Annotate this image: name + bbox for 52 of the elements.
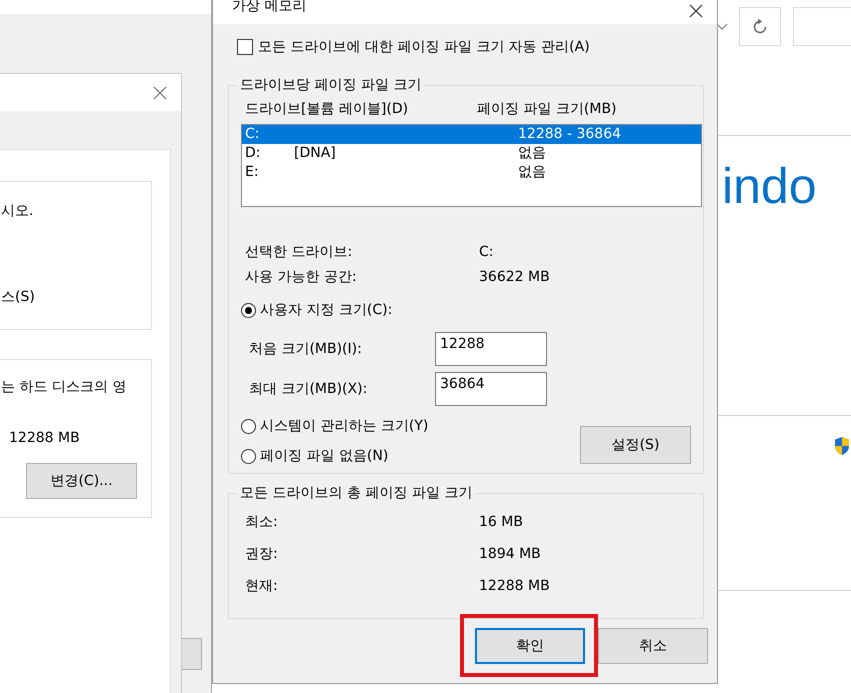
text-label: 시오. [1, 202, 34, 220]
info-label: 최소: [245, 514, 279, 530]
column-header: 드라이브[볼륨 레이블](D) [245, 101, 410, 117]
size-value: 12288 - 36864 [518, 125, 622, 144]
input-field[interactable]: 12288 [435, 332, 547, 366]
search-field[interactable] [793, 7, 851, 46]
volume-label: [DNA] [294, 145, 336, 161]
field-label: 최대 크기(MB)(X): [249, 380, 368, 398]
drive-row[interactable]: D: [DNA] 없음 [242, 144, 701, 163]
chevron-icon[interactable] [716, 23, 728, 31]
info-label: 사용 가능한 공간: [245, 269, 358, 285]
refresh-button[interactable] [739, 7, 781, 46]
refresh-icon [752, 18, 768, 34]
radio-button[interactable] [241, 418, 256, 434]
info-value: 36622 MB [479, 269, 550, 285]
cancel-button[interactable]: 취소 [598, 628, 708, 664]
drive-row[interactable]: C: 12288 - 36864 [242, 125, 701, 144]
radio-label[interactable]: 페이징 파일 없음(N) [260, 447, 388, 465]
group-title: 드라이브당 페이징 파일 크기 [237, 76, 424, 94]
close-icon[interactable] [689, 4, 703, 18]
change-button[interactable]: 변경(C)... [26, 463, 137, 499]
radio-button[interactable] [241, 302, 256, 318]
size-value: 없음 [518, 163, 546, 182]
info-label: 권장: [245, 546, 279, 562]
radio-button[interactable] [241, 448, 256, 464]
info-value: 12288 MB [479, 578, 550, 594]
shield-icon [834, 436, 850, 456]
checkbox[interactable] [237, 39, 253, 55]
drive-letter: E: [245, 163, 260, 182]
drive-list[interactable]: C: 12288 - 36864 D: [DNA] 없음 E: 없음 [241, 124, 702, 207]
column-header: 페이징 파일 크기(MB) [477, 101, 617, 117]
checkbox-label[interactable]: 모든 드라이브에 대한 페이징 파일 크기 자동 관리(A) [258, 38, 590, 56]
info-value: C: [479, 244, 494, 260]
heading-text: indo [722, 157, 817, 216]
info-value: 1894 MB [479, 546, 541, 562]
info-value: 16 MB [479, 514, 523, 530]
info-label: 선택한 드라이브: [245, 244, 354, 260]
drive-row[interactable]: E: 없음 [242, 163, 701, 182]
input-field[interactable]: 36864 [435, 372, 547, 406]
option-label: 스(S) [1, 288, 35, 306]
group-title: 모든 드라이브의 총 페이징 파일 크기 [237, 484, 476, 502]
size-value: 없음 [518, 144, 546, 163]
drive-letter: D: [245, 144, 262, 163]
field-label: 처음 크기(MB)(I): [249, 340, 363, 358]
text-label: 는 하드 디스크의 영 [1, 378, 126, 396]
radio-label[interactable]: 사용자 지정 크기(C): [260, 301, 392, 319]
info-label: 현재: [245, 578, 279, 594]
ok-button[interactable]: 확인 [475, 628, 585, 664]
radio-label[interactable]: 시스템이 관리하는 크기(Y) [260, 417, 428, 435]
value-text: 12288 MB [9, 430, 80, 446]
drive-letter: C: [245, 125, 260, 144]
set-button[interactable]: 설정(S) [580, 426, 691, 464]
